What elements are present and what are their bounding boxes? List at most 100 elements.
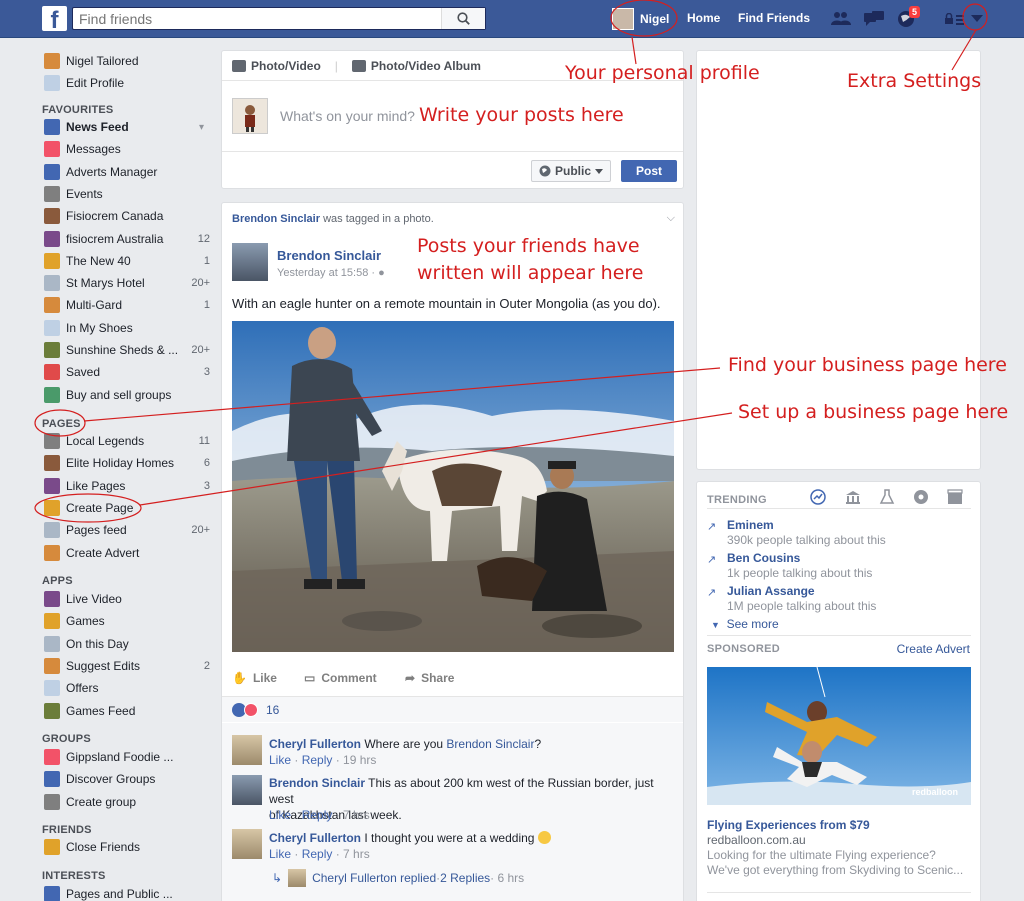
find-friends-link[interactable]: Find Friends bbox=[738, 11, 810, 25]
sidebar-item[interactable]: The New 40 1 bbox=[44, 251, 210, 271]
reactions-summary[interactable]: 16 bbox=[222, 696, 683, 722]
trending-title: TRENDING bbox=[707, 494, 767, 506]
sidebar-item[interactable]: St Marys Hotel 20+ bbox=[44, 273, 210, 293]
comment-like-link[interactable]: Like bbox=[269, 808, 291, 822]
comment-like-link[interactable]: Like bbox=[269, 753, 291, 767]
section-header-apps: APPS bbox=[42, 575, 73, 587]
privacy-selector-button[interactable]: Public bbox=[531, 160, 611, 182]
trending-item-name: Eminem bbox=[727, 518, 774, 532]
sidebar-item[interactable]: Sunshine Sheds & ... 20+ bbox=[44, 340, 210, 360]
friend-requests-icon[interactable] bbox=[831, 9, 851, 29]
composer-placeholder[interactable]: What's on your mind? bbox=[280, 108, 415, 124]
calendar-icon bbox=[44, 185, 60, 202]
sidebar-item[interactable]: Multi-Gard 1 bbox=[44, 295, 210, 315]
ad-title-link[interactable]: Flying Experiences from $79 bbox=[707, 818, 870, 832]
sidebar-item[interactable]: Pages feed 20+ bbox=[44, 520, 210, 540]
sidebar-item[interactable]: Events bbox=[44, 184, 210, 204]
sidebar-item[interactable]: Elite Holiday Homes 6 bbox=[44, 453, 210, 473]
gamepad-icon bbox=[44, 702, 60, 719]
create-advert-link[interactable]: Create Advert bbox=[897, 642, 970, 656]
sidebar-item[interactable]: Create group bbox=[44, 792, 210, 812]
sidebar-item[interactable]: Discover Groups bbox=[44, 769, 210, 789]
tab-photo-video-album[interactable]: Photo/Video Album bbox=[351, 58, 481, 73]
replies-count-link[interactable]: 2 Replies bbox=[440, 871, 490, 885]
like-button[interactable]: ✋ Like bbox=[232, 671, 277, 685]
sidebar-item[interactable]: fisiocrem Australia 12 bbox=[44, 229, 210, 249]
share-button[interactable]: ➦ Share bbox=[405, 671, 454, 685]
sidebar-item[interactable]: Adverts Manager bbox=[44, 162, 210, 182]
comment-author-link[interactable]: Brendon Sinclair bbox=[269, 776, 365, 790]
sidebar-item[interactable]: Fisiocrem Canada bbox=[44, 206, 210, 226]
comment-time: · 19 hrs bbox=[332, 753, 377, 767]
sidebar-item-label: In My Shoes bbox=[66, 320, 133, 335]
sidebar-item[interactable]: News Feed ▾ bbox=[44, 117, 210, 137]
sidebar-item[interactable]: Gippsland Foodie ... bbox=[44, 747, 210, 767]
post-timestamp[interactable]: Yesterday at 15:58 · ● bbox=[277, 267, 385, 279]
comment-button[interactable]: ▭ Comment bbox=[304, 671, 377, 685]
sidebar-item[interactable]: In My Shoes bbox=[44, 318, 210, 338]
sidebar-item-count: 2 bbox=[203, 659, 210, 672]
trending-top-tab-icon[interactable] bbox=[810, 489, 826, 505]
comment-reply-link[interactable]: Reply bbox=[302, 847, 333, 861]
sports-tab-icon[interactable] bbox=[913, 489, 929, 505]
sidebar-item-label: Multi-Gard bbox=[66, 298, 123, 313]
see-more-link[interactable]: ▼ See more bbox=[711, 617, 779, 631]
avatar[interactable] bbox=[232, 775, 262, 805]
post-author-link[interactable]: Brendon Sinclair bbox=[277, 248, 381, 263]
sidebar-item[interactable]: Edit Profile bbox=[44, 73, 210, 93]
sidebar-item[interactable]: Saved 3 bbox=[44, 362, 210, 382]
chart-icon bbox=[44, 163, 60, 180]
avatar[interactable] bbox=[232, 735, 262, 765]
comment-author-link[interactable]: Cheryl Fullerton bbox=[269, 831, 361, 845]
account-settings-dropdown-icon[interactable] bbox=[967, 9, 987, 29]
mention-link[interactable]: Brendon Sinclair bbox=[446, 737, 534, 751]
comment-reply-link[interactable]: Reply bbox=[302, 753, 333, 767]
comment-author-link[interactable]: Cheryl Fullerton bbox=[269, 737, 361, 751]
entertainment-tab-icon[interactable] bbox=[947, 489, 963, 505]
search-button[interactable] bbox=[441, 8, 485, 29]
sidebar-item[interactable]: Messages bbox=[44, 139, 210, 159]
post-options-chevron-icon[interactable]: ⌵ bbox=[667, 212, 675, 225]
home-link[interactable]: Home bbox=[687, 11, 720, 25]
post-photo[interactable] bbox=[232, 321, 674, 652]
bookmark-icon bbox=[44, 364, 60, 381]
trending-item[interactable]: ↗ Ben Cousins 1k people talking about this bbox=[707, 551, 872, 580]
privacy-shortcuts-icon[interactable] bbox=[944, 9, 966, 29]
trending-item[interactable]: ↗ Eminem 390k people talking about this bbox=[707, 518, 886, 547]
story-actor-link[interactable]: Brendon Sinclair bbox=[232, 213, 320, 225]
sidebar-item[interactable]: Create Page bbox=[44, 498, 210, 518]
sidebar-item[interactable]: Nigel Tailored bbox=[44, 51, 210, 71]
ad-image[interactable]: redballoon bbox=[707, 667, 971, 805]
comment-like-link[interactable]: Like bbox=[269, 847, 291, 861]
sidebar-item[interactable]: Create Advert bbox=[44, 543, 210, 563]
trending-item[interactable]: ↗ Julian Assange 1M people talking about t… bbox=[707, 584, 876, 613]
tab-photo-video[interactable]: Photo/Video bbox=[232, 59, 321, 73]
sidebar-item[interactable]: Games bbox=[44, 611, 210, 631]
replies-summary[interactable]: ↳ Cheryl Fullerton replied · 2 Replies ·… bbox=[272, 869, 524, 887]
sidebar-item[interactable]: Local Legends 11 bbox=[44, 431, 210, 451]
sidebar-item[interactable]: On this Day bbox=[44, 634, 210, 654]
sidebar-item[interactable]: Close Friends bbox=[44, 837, 210, 857]
politics-tab-icon[interactable] bbox=[845, 489, 861, 505]
chevron-down-icon[interactable]: ▾ bbox=[199, 122, 204, 133]
sidebar-item[interactable]: Suggest Edits 2 bbox=[44, 656, 210, 676]
sidebar-item[interactable]: Games Feed bbox=[44, 701, 210, 721]
sidebar-item[interactable]: Offers bbox=[44, 678, 210, 698]
sidebar-item[interactable]: Buy and sell groups bbox=[44, 385, 210, 405]
sidebar-item[interactable]: Like Pages 3 bbox=[44, 476, 210, 496]
facebook-logo[interactable]: f bbox=[42, 6, 67, 31]
messages-icon[interactable] bbox=[864, 9, 884, 29]
profile-link[interactable]: Nigel bbox=[612, 6, 669, 32]
page-icon bbox=[44, 297, 60, 314]
tab-divider: | bbox=[334, 58, 338, 73]
sidebar-item[interactable]: Live Video bbox=[44, 589, 210, 609]
sidebar-item[interactable]: Pages and Public ... bbox=[44, 884, 210, 901]
avatar[interactable] bbox=[232, 829, 262, 859]
tab-photo-video-album-label: Photo/Video Album bbox=[370, 58, 481, 73]
post-button[interactable]: Post bbox=[621, 160, 677, 182]
science-tab-icon[interactable] bbox=[879, 489, 895, 505]
avatar[interactable] bbox=[232, 243, 268, 281]
comment-reply-link[interactable]: Reply bbox=[302, 808, 333, 822]
page-icon bbox=[44, 342, 60, 358]
search-input[interactable] bbox=[73, 8, 443, 29]
